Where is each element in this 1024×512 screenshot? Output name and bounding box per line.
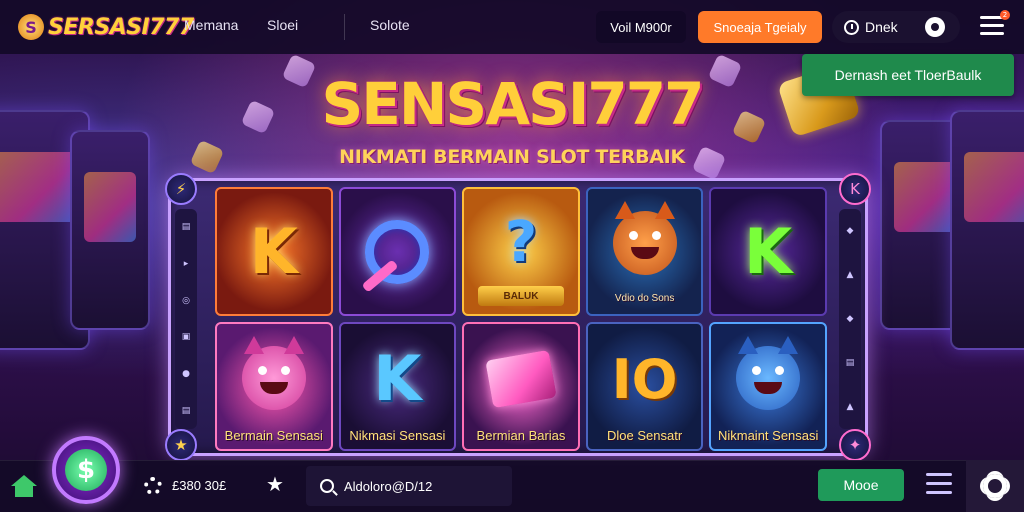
reel-tile[interactable]: IO Dloe Sensatr <box>585 322 704 451</box>
side-icon[interactable]: ▤ <box>182 222 191 232</box>
gear-icon <box>983 474 1007 498</box>
reel-tile[interactable]: K <box>215 187 333 316</box>
nav-link-2[interactable]: Sloei <box>267 17 298 33</box>
settings-button[interactable] <box>966 460 1024 512</box>
nav-divider <box>344 14 345 40</box>
profile-avatar-icon[interactable] <box>925 17 945 37</box>
deposit-button[interactable]: Snoeaja Tgeialy <box>698 11 822 43</box>
tile-label: Vdio do Sons <box>614 293 675 304</box>
reel-tile[interactable]: Bermian Barias <box>462 322 580 451</box>
credit-amount: £380 30£ <box>172 478 227 493</box>
logo-text: SERSASI777 <box>48 14 194 40</box>
pink-cat-symbol-icon <box>241 335 306 410</box>
search-input[interactable] <box>344 478 494 494</box>
side-icon[interactable]: ◆ <box>847 314 854 324</box>
io-symbol: IO <box>611 348 678 411</box>
nav-link-1[interactable]: Memana <box>184 17 238 33</box>
game-subtitle: NIKMATI BERMAIN SLOT TERBAIK <box>339 146 685 168</box>
wand-icon[interactable]: ✦ <box>839 429 871 461</box>
home-icon[interactable] <box>10 475 38 499</box>
star-badge-icon[interactable]: ★ <box>165 429 197 461</box>
tile-badge: BALUK <box>478 286 564 306</box>
credits-gear-icon[interactable] <box>144 477 162 495</box>
left-side-panel: ▤ ▸ ◎ ▣ ● ▤ <box>175 209 197 429</box>
tile-label: Bermian Barias <box>476 428 566 443</box>
hamburger-menu-icon[interactable] <box>980 16 1004 38</box>
side-icon[interactable]: ▲ <box>847 402 854 412</box>
question-symbol: ? <box>504 210 538 275</box>
green-k-symbol: K <box>744 215 793 288</box>
blue-cat-symbol-icon <box>736 335 801 410</box>
search-icon <box>320 479 334 493</box>
user-label: Dnek <box>865 19 898 35</box>
clock-icon <box>844 19 859 35</box>
k-badge-icon[interactable]: K <box>839 173 871 205</box>
side-icon[interactable]: ▤ <box>846 358 855 368</box>
star-icon[interactable]: ★ <box>266 472 284 496</box>
notification-badge: 2 <box>1000 10 1010 20</box>
tile-label: Dloe Sensatr <box>607 428 683 443</box>
reel-tile[interactable]: K Nikmasi Sensasi <box>338 322 457 451</box>
game-title: SENSASI777 <box>321 70 704 138</box>
reel-tile[interactable] <box>338 187 457 316</box>
tile-label: Bermain Sensasi <box>224 428 323 443</box>
dollar-coin-button[interactable]: $ <box>52 436 120 504</box>
blue-k-symbol: K <box>373 342 422 415</box>
mode-button[interactable]: Mooe <box>818 469 904 501</box>
reel-tile[interactable]: Bermain Sensasi <box>215 322 333 451</box>
side-icon[interactable]: ▲ <box>847 270 854 280</box>
tile-label: Nikmasi Sensasi <box>349 428 446 443</box>
reel-tile[interactable]: Vdio do Sons <box>585 187 704 316</box>
side-icon[interactable]: ▣ <box>182 332 191 342</box>
lightning-icon[interactable]: ⚡ <box>165 173 197 205</box>
list-menu-icon[interactable] <box>926 473 952 495</box>
reel-tile[interactable]: ? BALUK <box>462 187 580 316</box>
nav-link-3[interactable]: Solote <box>370 17 410 33</box>
scroll-symbol-icon <box>485 349 557 408</box>
reel-tile[interactable]: Nikmaint Sensasi <box>709 322 827 451</box>
right-side-panel: ◆ ▲ ◆ ▤ ▲ <box>839 209 861 429</box>
search-field[interactable] <box>306 466 512 506</box>
site-logo[interactable]: S SERSASI777 <box>18 10 194 44</box>
reel-grid: K ? BALUK Vdio do Sons K Bermain Sensasi… <box>215 187 827 451</box>
side-icon[interactable]: ▤ <box>182 406 191 416</box>
k-symbol: K <box>249 215 298 288</box>
tile-label: Nikmaint Sensasi <box>717 428 819 443</box>
side-icon[interactable]: ◎ <box>182 296 190 306</box>
side-icon[interactable]: ● <box>182 369 190 379</box>
ring-symbol-icon <box>365 219 430 284</box>
side-icon[interactable]: ▸ <box>184 259 189 269</box>
side-icon[interactable]: ◆ <box>847 226 854 236</box>
fox-symbol-icon <box>612 200 677 275</box>
top-bar: S SERSASI777 Memana Sloei Solote Voil M9… <box>0 0 1024 54</box>
balance-display: Voil M900r <box>596 11 686 43</box>
coin-s-icon: S <box>18 14 44 40</box>
slot-machine: ▤ ▸ ◎ ▣ ● ▤ ◆ ▲ ◆ ▤ ▲ ⚡ K ★ ✦ K ? BALUK … <box>165 173 871 461</box>
reel-tile[interactable]: K <box>709 187 827 316</box>
dollar-icon: $ <box>65 449 107 491</box>
